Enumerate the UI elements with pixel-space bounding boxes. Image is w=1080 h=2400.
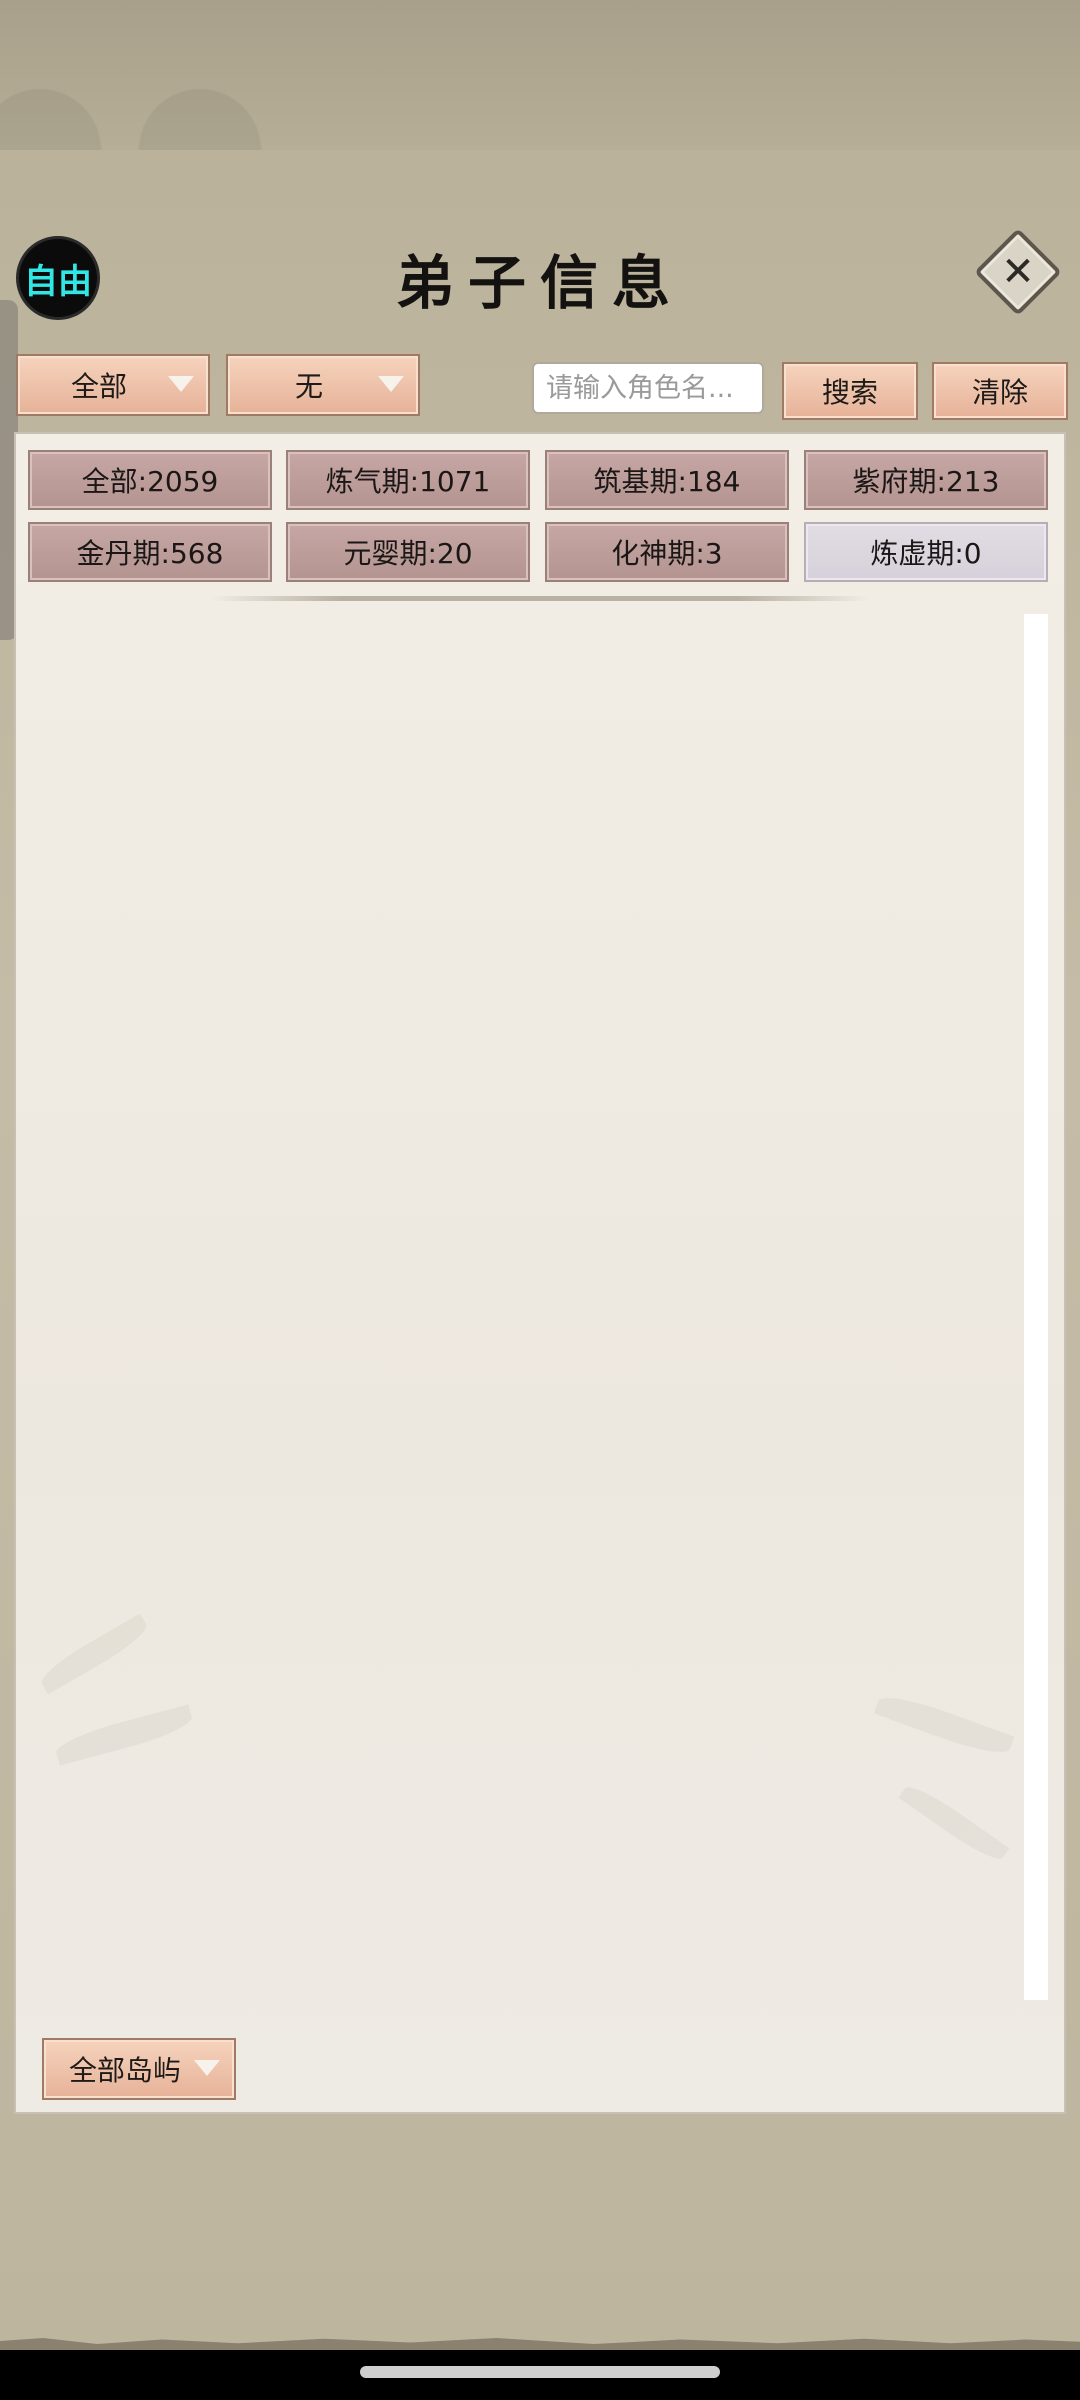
search-input[interactable] [532,362,764,414]
rank-filter-label: 元婴期:20 [343,537,473,570]
bamboo-leaf-decoration [36,1613,152,1695]
rank-filter-spirit-severing[interactable]: 化神期:3 [545,522,789,582]
rank-filter-label: 炼虚期:0 [870,537,982,570]
close-icon: ✕ [1001,249,1035,295]
bamboo-leaf-decoration [873,1688,1015,1762]
bamboo-leaf-decoration [898,1779,1010,1867]
rank-filter-label: 金丹期:568 [76,537,224,570]
page-title: 弟子信息 [395,249,684,317]
rank-filter-qi-refining[interactable]: 炼气期:1071 [286,450,530,510]
rank-filter-label: 炼气期:1071 [325,465,491,498]
chevron-down-icon [378,376,404,392]
rank-filter-purple-mansion[interactable]: 紫府期:213 [804,450,1048,510]
close-button[interactable]: ✕ [974,228,1062,316]
rank-filter-all[interactable]: 全部:2059 [28,450,272,510]
rank-filter-nascent-soul[interactable]: 元婴期:20 [286,522,530,582]
clear-button[interactable]: 清除 [932,362,1068,420]
disciple-list[interactable] [14,612,1022,1998]
clear-button-label: 清除 [971,376,1028,409]
divider [210,596,870,601]
chevron-down-icon [168,376,194,392]
rank-filter-label: 筑基期:184 [593,465,741,498]
rank-filter-label: 全部:2059 [81,465,219,498]
search-button-label: 搜索 [821,376,878,409]
search-button[interactable]: 搜索 [782,362,918,420]
category-dropdown[interactable]: 全部 [16,354,210,416]
rank-filter-label: 化神期:3 [611,537,723,570]
rank-filter-foundation[interactable]: 筑基期:184 [545,450,789,510]
rank-filter-label: 紫府期:213 [852,465,1000,498]
subfilter-dropdown[interactable]: 无 [226,354,420,416]
rank-filter-golden-core[interactable]: 金丹期:568 [28,522,272,582]
chevron-down-icon [194,2060,220,2076]
list-scrollbar[interactable] [1024,614,1048,2000]
rank-filter-void-refining[interactable]: 炼虚期:0 [804,522,1048,582]
bamboo-leaf-decoration [53,1704,195,1766]
island-dropdown[interactable]: 全部岛屿 [42,2038,236,2100]
home-indicator[interactable] [360,2366,720,2378]
top-decoration [0,0,1080,156]
